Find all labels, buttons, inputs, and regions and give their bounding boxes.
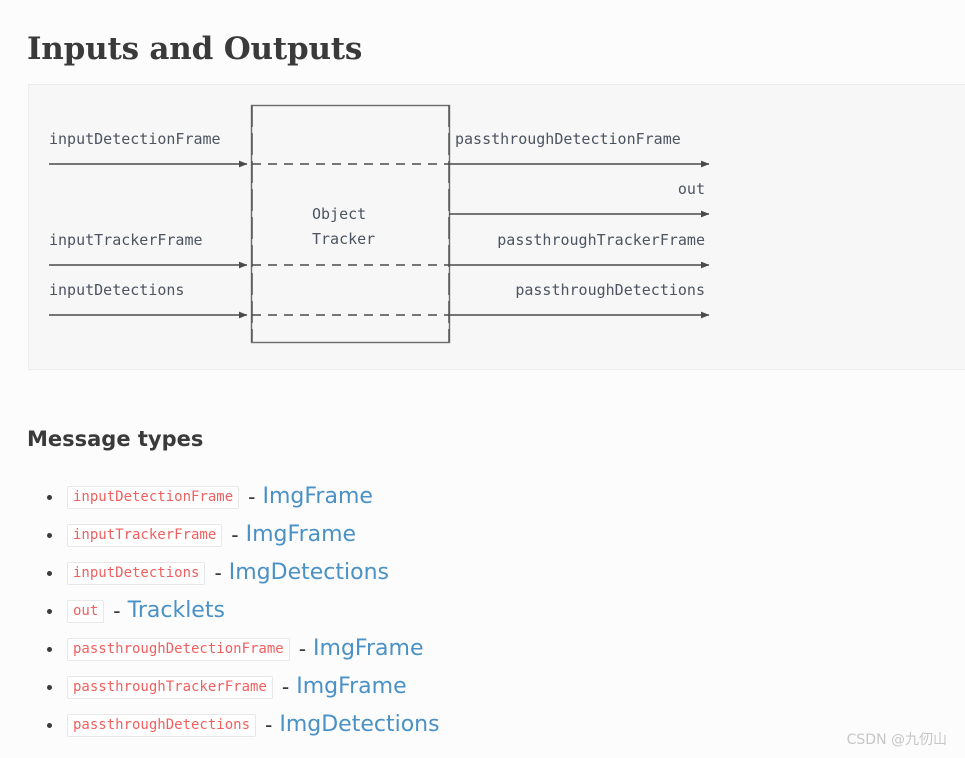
- separator-dash: -: [281, 674, 290, 699]
- list-item: out - Tracklets: [27, 592, 927, 630]
- separator-dash: -: [298, 636, 307, 661]
- diagram-label-input-detection-frame: inputDetectionFrame: [49, 130, 221, 148]
- section-heading-message-types: Message types: [27, 427, 204, 452]
- message-type-link[interactable]: ImgDetections: [229, 562, 389, 584]
- bullet-icon: [47, 571, 52, 576]
- bullet-icon: [47, 533, 52, 538]
- diagram-svg: [49, 104, 710, 344]
- message-type-link[interactable]: ImgDetections: [279, 714, 439, 736]
- watermark: CSDN @九仞山: [846, 732, 947, 748]
- bullet-icon: [47, 723, 52, 728]
- message-type-link[interactable]: ImgFrame: [246, 524, 356, 546]
- separator-dash: -: [265, 712, 273, 737]
- bullet-icon: [47, 685, 52, 690]
- separator-dash: -: [231, 522, 239, 547]
- message-types-list: inputDetectionFrame - ImgFrame inputTrac…: [27, 478, 927, 744]
- message-type-link[interactable]: ImgFrame: [313, 638, 423, 660]
- message-name-chip: passthroughDetectionFrame: [67, 637, 290, 661]
- diagram-label-passthrough-detections: passthroughDetections: [515, 281, 705, 299]
- bullet-icon: [47, 647, 52, 652]
- message-name-chip: passthroughTrackerFrame: [67, 675, 273, 699]
- message-name-chip: inputTrackerFrame: [67, 523, 223, 547]
- diagram-panel: inputDetectionFrame inputTrackerFrame in…: [28, 84, 965, 370]
- message-name-chip: inputDetections: [67, 561, 206, 585]
- message-type-link[interactable]: ImgFrame: [262, 486, 372, 508]
- diagram-label-out: out: [677, 180, 705, 198]
- message-name-chip: out: [67, 599, 105, 623]
- list-item: passthroughTrackerFrame - ImgFrame: [27, 668, 927, 706]
- list-item: inputTrackerFrame - ImgFrame: [27, 516, 927, 554]
- list-item: inputDetections - ImgDetections: [27, 554, 927, 592]
- list-item: passthroughDetectionFrame - ImgFrame: [27, 630, 927, 668]
- list-item: inputDetectionFrame - ImgFrame: [27, 478, 927, 516]
- diagram-label-passthrough-detection-frame: passthroughDetectionFrame: [455, 130, 681, 148]
- bullet-icon: [47, 609, 52, 614]
- separator-dash: -: [214, 560, 222, 585]
- diagram-node-label-line1: Object: [312, 205, 367, 223]
- message-name-chip: inputDetectionFrame: [67, 485, 240, 509]
- list-item: passthroughDetections - ImgDetections: [27, 706, 927, 744]
- diagram-label-passthrough-tracker-frame: passthroughTrackerFrame: [497, 231, 705, 249]
- message-type-link[interactable]: Tracklets: [128, 600, 225, 622]
- object-tracker-diagram: inputDetectionFrame inputTrackerFrame in…: [29, 85, 965, 371]
- object-tracker-box: [250, 104, 451, 344]
- page-title: Inputs and Outputs: [27, 30, 363, 67]
- separator-dash: -: [248, 484, 256, 509]
- separator-dash: -: [113, 598, 121, 623]
- message-name-chip: passthroughDetections: [67, 713, 257, 737]
- bullet-icon: [47, 495, 52, 500]
- message-type-link[interactable]: ImgFrame: [296, 676, 406, 698]
